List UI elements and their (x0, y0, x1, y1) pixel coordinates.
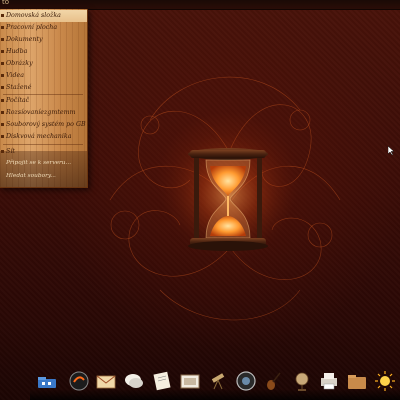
folder-icon (1, 62, 4, 65)
menu-item-documents[interactable]: Dokumenty (0, 34, 87, 46)
menu-item-label: Počítač (6, 97, 30, 104)
globe-icon[interactable] (291, 370, 313, 392)
browser-icon[interactable] (68, 370, 90, 392)
menu-item-label: Dokumenty (6, 36, 43, 43)
menu-item-label: Sít (6, 148, 15, 155)
menu-item-pictures[interactable]: Obrázky (0, 58, 87, 70)
menu-item-label: Rozsíovaníezgmtemm (6, 109, 76, 116)
presentation-icon[interactable] (179, 370, 201, 392)
folder-icon (1, 14, 4, 17)
notes-icon[interactable] (151, 370, 173, 392)
camera-icon[interactable] (235, 370, 257, 392)
menu-item-filesystem[interactable]: Souborový systém po GB (0, 119, 87, 131)
folder-network-icon[interactable] (36, 370, 58, 392)
drive-icon (1, 123, 4, 126)
menu-item-label: Videa (6, 72, 24, 79)
computer-icon (1, 99, 4, 102)
menu-item-extended[interactable]: Rozsíovaníezgmtemm (0, 107, 87, 119)
menu-item-label: Domovská složka (6, 12, 61, 19)
menu-item-downloads[interactable]: Stažené (0, 82, 87, 94)
folder-icon (1, 74, 4, 77)
mail-icon[interactable] (95, 370, 117, 392)
folder-icon (1, 86, 4, 89)
telescope-icon[interactable] (207, 370, 229, 392)
menu-item-connect-server[interactable]: Připojit se k serveru... (6, 160, 86, 166)
menu-separator (3, 144, 83, 145)
chat-icon[interactable] (123, 370, 145, 392)
menu-item-music[interactable]: Hudba (0, 46, 87, 58)
top-panel-label[interactable]: to (2, 0, 9, 6)
mouse-cursor-icon (388, 146, 395, 156)
menu-item-label: Pracovní plocha (6, 24, 58, 31)
hourglass-icon (188, 148, 268, 251)
menu-item-label: Souborový systém po GB (6, 121, 86, 128)
folder-icon[interactable] (346, 370, 368, 392)
sun-icon[interactable] (374, 370, 396, 392)
menu-item-desktop[interactable]: Pracovní plocha (0, 22, 87, 34)
drive-icon (1, 111, 4, 114)
menu-item-label: Diskvová mechanika (6, 133, 72, 140)
menu-item-computer[interactable]: Počítač (0, 95, 87, 107)
places-menu: Domovská složka Pracovní plocha Dokument… (0, 9, 88, 188)
guitar-icon[interactable] (262, 370, 284, 392)
menu-item-videos[interactable]: Videa (0, 70, 87, 82)
folder-icon (1, 26, 4, 29)
menu-item-search-files[interactable]: Hledat soubory... (6, 173, 86, 179)
network-icon (1, 150, 4, 153)
menu-item-label: Obrázky (6, 60, 33, 67)
menu-item-network[interactable]: Sít (0, 146, 87, 158)
drive-icon (1, 135, 4, 138)
menu-item-home[interactable]: Domovská složka (0, 10, 87, 22)
menu-item-floppy[interactable]: Diskvová mechanika (0, 131, 87, 143)
menu-item-label: Stažené (6, 84, 32, 91)
folder-icon (1, 50, 4, 53)
folder-icon (1, 38, 4, 41)
printer-icon[interactable] (318, 370, 340, 392)
menu-item-label: Hudba (6, 48, 28, 55)
